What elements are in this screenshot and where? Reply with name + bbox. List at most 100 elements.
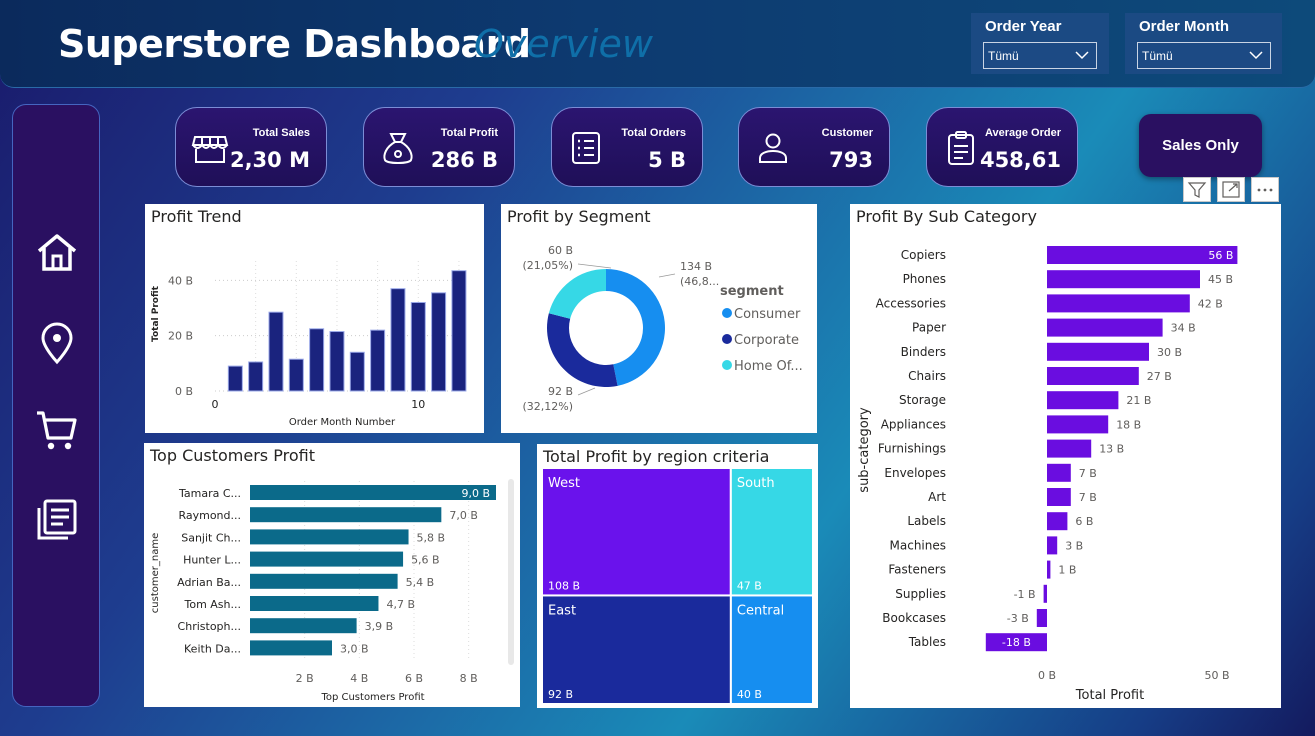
category-label: Tables <box>908 635 946 649</box>
person-icon <box>759 133 787 163</box>
document-list-icon[interactable] <box>33 495 81 543</box>
data-label: 7,0 B <box>449 509 478 522</box>
category-label: Machines <box>890 538 946 552</box>
trend-bar <box>410 301 426 392</box>
donut-slice <box>547 313 618 387</box>
data-label-pct: (46,8... <box>680 275 719 288</box>
order-year-dropdown[interactable]: Tümü <box>983 42 1097 69</box>
category-label: Paper <box>912 321 946 335</box>
home-icon[interactable] <box>33 229 81 277</box>
leader-line <box>577 387 596 396</box>
data-label-pct: (32,12%) <box>522 400 573 413</box>
customer-bar <box>250 529 409 545</box>
trend-bar <box>227 365 243 392</box>
category-label: Tamara C... <box>178 487 241 500</box>
kpi-value: 286 B <box>430 148 498 172</box>
sales-only-button[interactable]: Sales Only <box>1139 114 1262 177</box>
sub-category-bar <box>1047 536 1058 555</box>
sub-category-bar <box>1047 560 1051 579</box>
kpi-customer: Customer 793 <box>738 107 890 187</box>
x-tick-label: 0 <box>212 398 219 411</box>
order-month-dropdown[interactable]: Tümü <box>1137 42 1271 69</box>
trend-bar <box>329 331 345 392</box>
kpi-total-orders: Total Orders 5 B <box>551 107 703 187</box>
data-label: -18 B <box>1002 636 1031 649</box>
data-label: 3 B <box>1065 539 1083 552</box>
trend-bar <box>370 329 386 392</box>
customer-bar <box>250 573 398 589</box>
dashboard-title: Superstore Dashboard <box>58 22 531 66</box>
tile-value: 108 B <box>548 579 580 592</box>
sub-category-bar <box>1047 294 1190 313</box>
tile-label: Central <box>737 603 784 618</box>
location-pin-icon[interactable] <box>33 319 81 367</box>
clipboard-icon <box>948 131 974 165</box>
donut-slice <box>548 269 606 319</box>
profit-by-segment-panel: Profit by Segment 134 B (46,8... 92 B (32,1… <box>501 204 817 433</box>
data-label: 5,6 B <box>411 554 440 567</box>
category-label: Envelopes <box>884 466 946 480</box>
category-label: Phones <box>903 272 946 286</box>
sub-category-bar <box>1036 609 1047 627</box>
focus-mode-icon <box>1222 181 1240 198</box>
category-label: Fasteners <box>888 563 946 577</box>
data-label: 7 B <box>1079 491 1097 504</box>
data-label: 92 B <box>548 385 573 398</box>
trend-bar <box>431 292 447 392</box>
category-label: Binders <box>901 345 946 359</box>
focus-mode-button[interactable] <box>1217 177 1245 202</box>
legend-marker <box>722 308 732 318</box>
x-axis-label: Total Profit <box>1075 688 1144 703</box>
header-bar: Superstore Dashboard Overview Order Year… <box>0 0 1315 88</box>
profit-by-sub-category-panel: Profit By Sub Category Copiers 56 B Phones… <box>850 204 1281 708</box>
more-options-button[interactable] <box>1251 177 1279 202</box>
data-label-pct: (21,05%) <box>522 259 573 272</box>
data-label: 134 B <box>680 260 712 273</box>
x-tick-label: 4 B <box>350 672 368 685</box>
trend-bar <box>390 288 406 392</box>
data-label: 3,0 B <box>340 642 369 655</box>
data-label: 21 B <box>1126 394 1151 407</box>
kpi-average-order: Average Order 458,61 <box>926 107 1078 187</box>
category-label: Bookcases <box>882 611 946 625</box>
data-label: 30 B <box>1157 346 1182 359</box>
category-label: Chairs <box>908 369 946 383</box>
total-profit-by-region-panel: Total Profit by region criteria West 108 … <box>537 444 818 708</box>
kpi-label: Total Profit <box>440 127 498 139</box>
x-axis-label: Order Month Number <box>289 417 396 428</box>
tile-label: South <box>737 476 775 491</box>
category-label: Labels <box>907 514 946 528</box>
leader-line <box>577 263 612 269</box>
top-customers-profit-chart: 2 B 4 B 6 B 8 B Tamara C... 9,0 B Raymond... 7,… <box>150 479 514 703</box>
filter-icon-button[interactable] <box>1183 177 1211 202</box>
tile-value: 40 B <box>737 688 762 701</box>
data-label: 27 B <box>1147 370 1172 383</box>
kpi-label: Average Order <box>984 127 1061 139</box>
order-month-slicer: Order Month Tümü <box>1125 13 1282 74</box>
category-label: Adrian Ba... <box>177 576 241 589</box>
x-tick-label: 10 <box>411 398 425 411</box>
data-label: 7 B <box>1079 467 1097 480</box>
store-icon <box>191 136 229 163</box>
data-label: 1 B <box>1058 564 1076 577</box>
y-tick-label: 0 B <box>175 385 193 398</box>
data-label: 13 B <box>1099 443 1124 456</box>
money-bag-icon <box>383 133 413 164</box>
y-axis-label: Total Profit <box>151 285 161 342</box>
sub-category-bar <box>1047 488 1071 506</box>
order-month-label: Order Month <box>1139 18 1229 35</box>
trend-bar <box>349 351 365 392</box>
category-label: Appliances <box>881 417 946 431</box>
category-label: Accessories <box>876 296 946 310</box>
cart-icon[interactable] <box>33 406 81 454</box>
chevron-down-icon <box>1075 51 1089 60</box>
kpi-label: Customer <box>821 127 873 139</box>
customer-bar <box>250 640 332 656</box>
data-label: -1 B <box>1014 588 1036 601</box>
y-tick-label: 20 B <box>168 330 193 343</box>
dashboard-subtitle: Overview <box>474 22 653 66</box>
data-label: 18 B <box>1116 418 1141 431</box>
profit-trend-chart: 0 B 20 B 40 B 0 10 Order Month Number Total Pr… <box>151 261 467 428</box>
chevron-down-icon <box>1249 51 1263 60</box>
side-navigation <box>12 104 100 707</box>
